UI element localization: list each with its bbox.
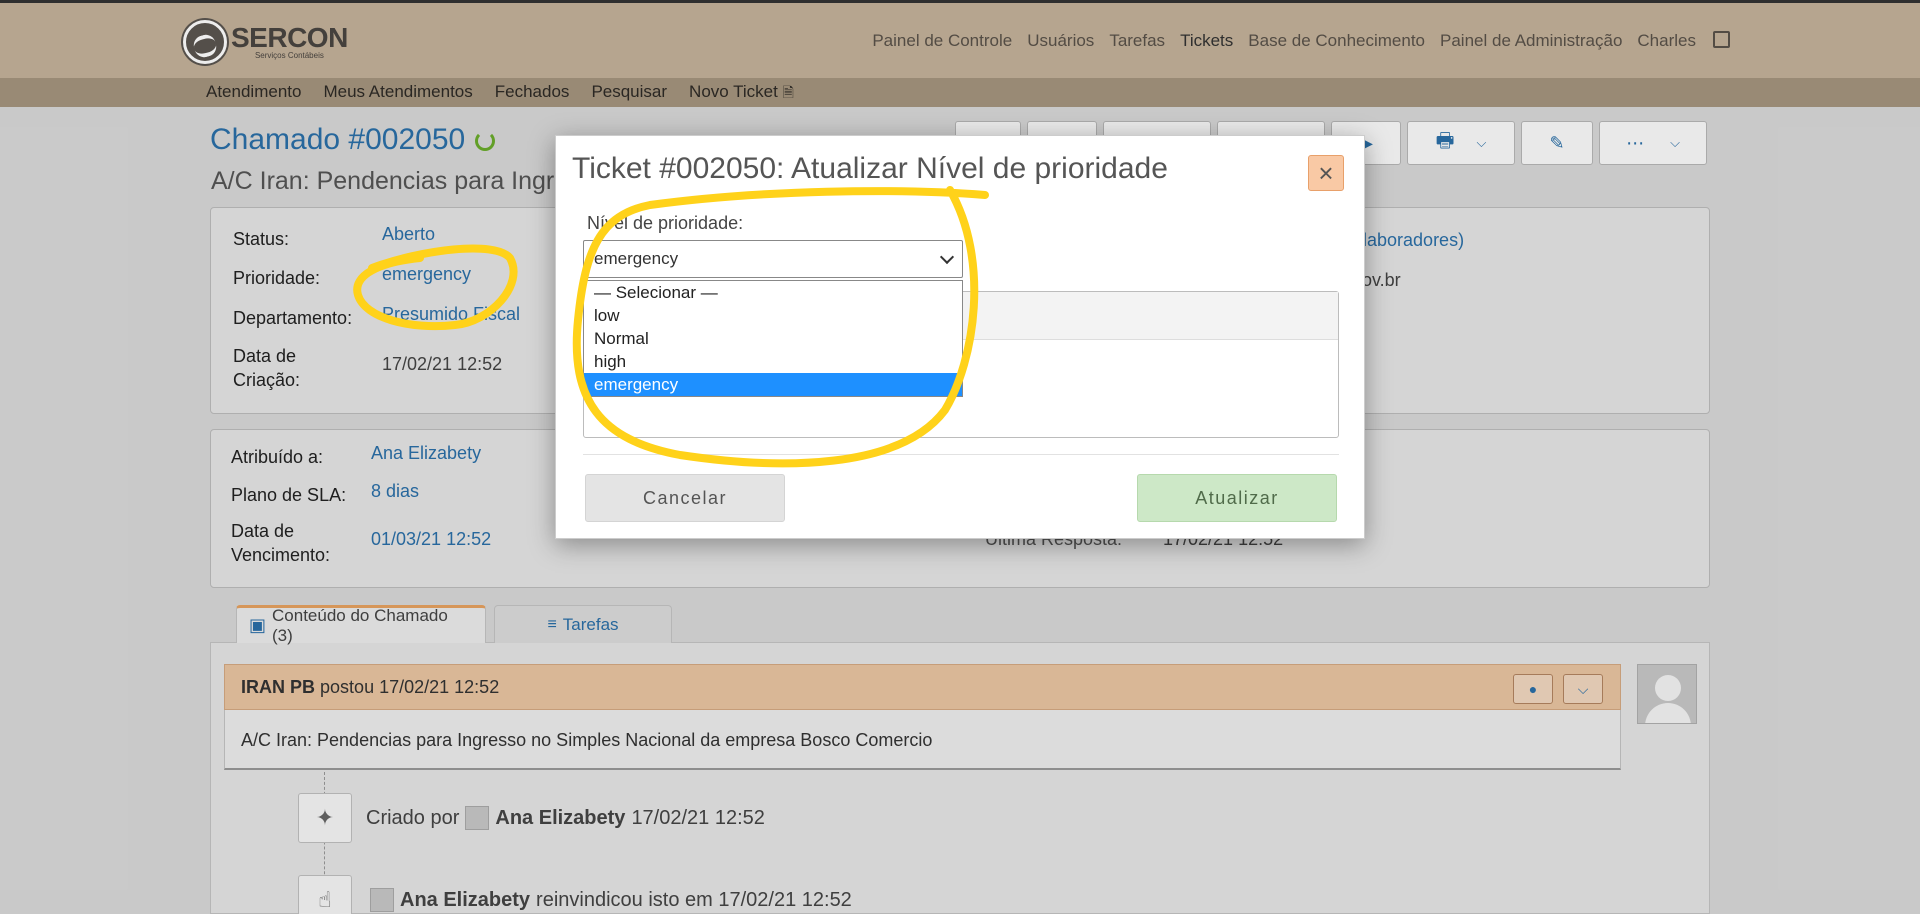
close-icon: × [1318, 158, 1334, 188]
priority-select-value: emergency [594, 249, 679, 268]
priority-field-label: Nível de prioridade: [587, 213, 744, 233]
modal-divider [583, 454, 1339, 455]
cancel-button[interactable]: Cancelar [585, 474, 785, 522]
update-button[interactable]: Atualizar [1137, 474, 1337, 522]
option-low[interactable]: low [584, 304, 962, 327]
ticket-page: SERCON Serviços Contábeis Painel de Cont… [0, 0, 1920, 914]
option-emergency[interactable]: emergency [584, 373, 962, 396]
option-normal[interactable]: Normal [584, 327, 962, 350]
close-button[interactable]: × [1308, 155, 1344, 191]
option-high[interactable]: high [584, 350, 962, 373]
option-selecionar[interactable]: — Selecionar — [584, 281, 962, 304]
priority-dropdown-list: — Selecionar — low Normal high emergency [583, 280, 963, 397]
chevron-down-icon [939, 249, 955, 265]
modal-title: Ticket #002050: Atualizar Nível de prior… [572, 152, 1168, 185]
priority-select[interactable]: emergency [583, 240, 963, 278]
